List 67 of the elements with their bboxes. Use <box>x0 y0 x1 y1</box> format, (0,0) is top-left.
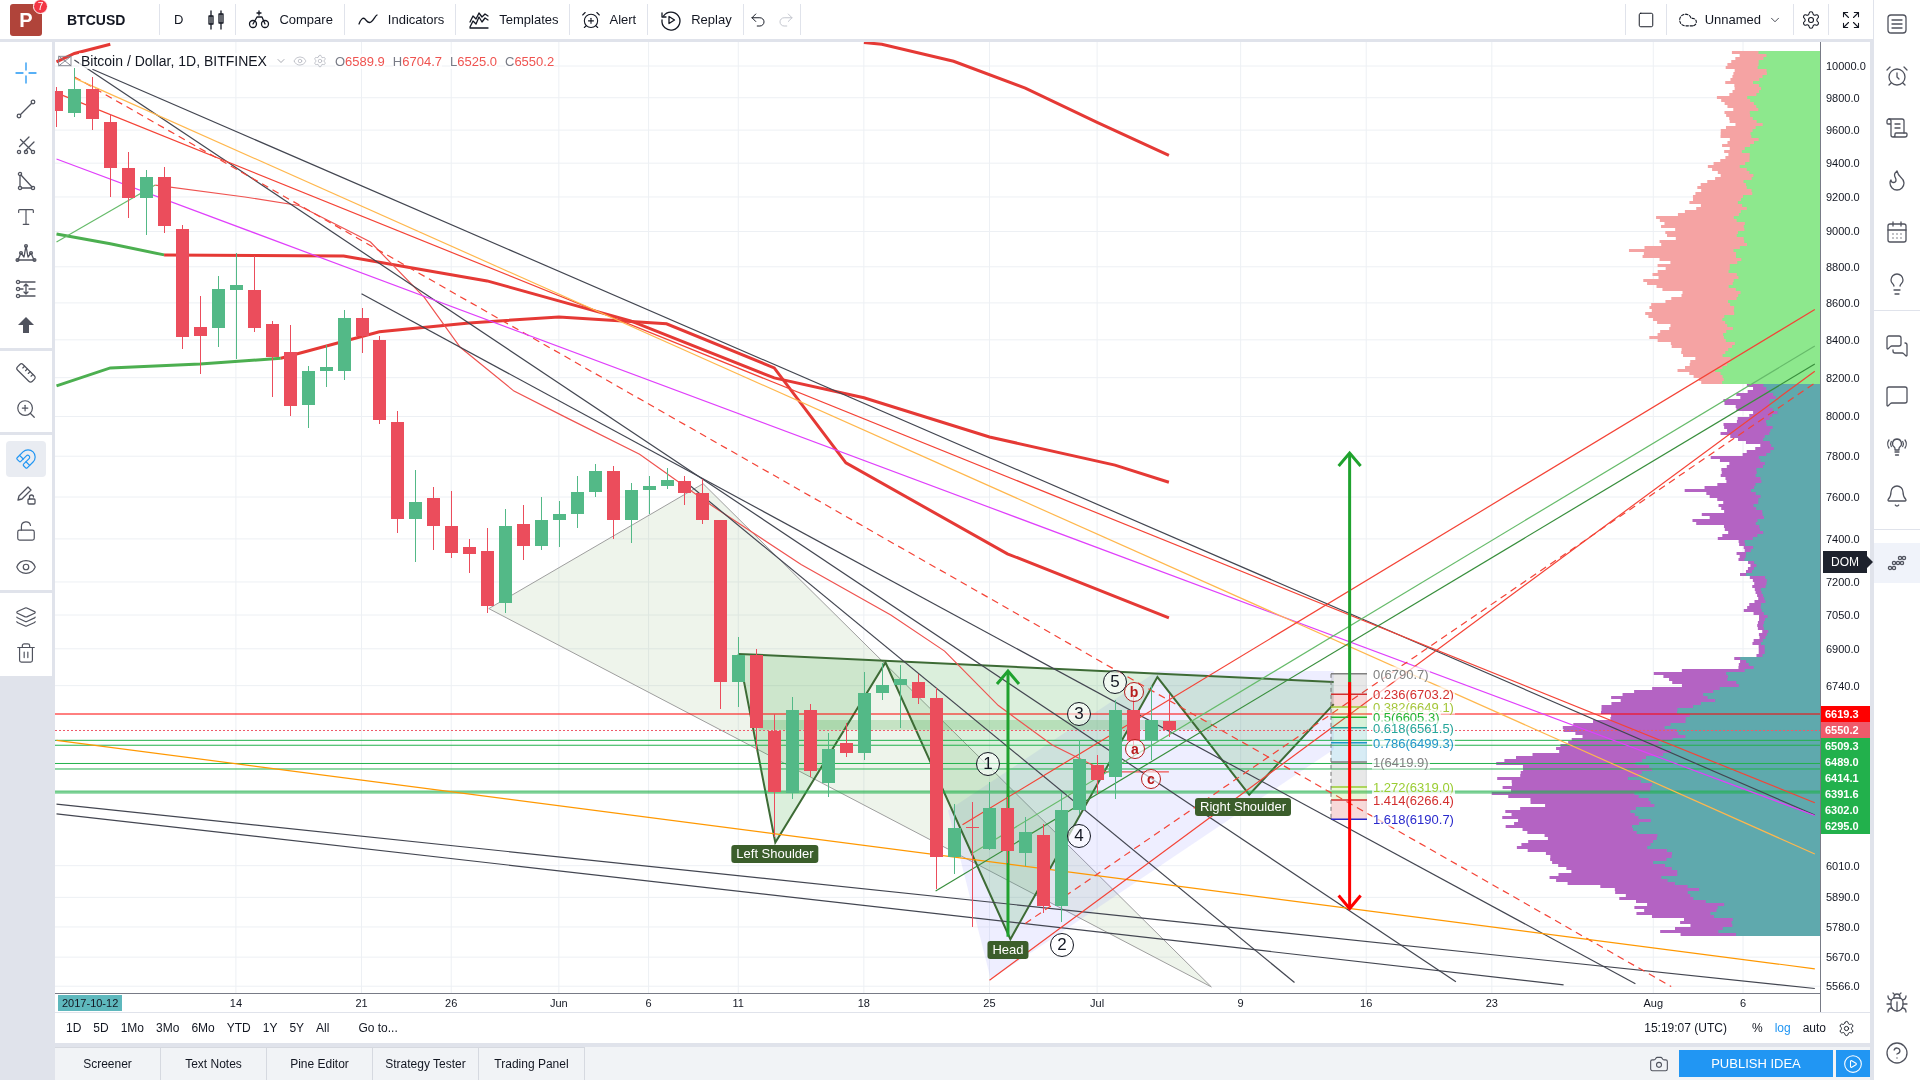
price-tag: 6302.0 <box>1821 802 1870 819</box>
price-tick-label: 7200.0 <box>1826 574 1860 589</box>
time-tick-label: Jul <box>1090 997 1105 1010</box>
time-tick-label: 11 <box>732 997 744 1010</box>
time-tick-label: 6 <box>1739 997 1747 1010</box>
price-tick-label: 5566.0 <box>1826 979 1860 993</box>
tooltip: DOM <box>1823 551 1873 573</box>
time-tick-label: 9 <box>1237 997 1244 1010</box>
wave-label: 1 <box>976 752 1000 776</box>
price-tick-label: 5670.0 <box>1826 950 1860 965</box>
price-tick-label: 7600.0 <box>1826 490 1860 504</box>
price-tag: 6414.1 <box>1821 770 1870 787</box>
price-tick-label: 6010.0 <box>1826 858 1860 873</box>
price-tag: 6295.0 <box>1821 818 1870 835</box>
time-tick-label: 18 <box>857 997 870 1010</box>
price-tick-label: 7400.0 <box>1826 531 1860 546</box>
date-cursor-label: 2017-10-12 <box>58 995 123 1011</box>
time-tick-label: 25 <box>983 997 996 1010</box>
price-tick-label: 8400.0 <box>1826 332 1860 347</box>
price-tick-label: 7050.0 <box>1826 608 1860 622</box>
time-tick-label: 14 <box>229 997 243 1010</box>
clock-text: 15:19:07 (UTC) <box>1643 1021 1728 1035</box>
pattern-label: Right Shoulder <box>1195 798 1291 816</box>
price-tick-label: 7800.0 <box>1826 449 1860 464</box>
price-tick-label: 8600.0 <box>1826 295 1860 310</box>
price-tag: 6489.0 <box>1821 754 1870 771</box>
pattern-label: Left Shoulder <box>731 845 819 863</box>
fib-level-label: 1.414(6266.4) <box>1372 792 1455 808</box>
time-tick-label: 16 <box>1360 997 1373 1010</box>
price-tick-label: 9800.0 <box>1826 90 1860 105</box>
wave-label: 4 <box>1067 824 1091 848</box>
price-tick-label: 9600.0 <box>1826 123 1860 138</box>
price-tick-label: 10000.0 <box>1826 59 1866 73</box>
time-tick-label: 23 <box>1485 997 1498 1010</box>
time-tick-label: 26 <box>445 997 458 1010</box>
price-tick-label: 8800.0 <box>1826 259 1860 274</box>
fib-level-label: 0.786(6499.3) <box>1372 735 1455 751</box>
price-tick-label: 9000.0 <box>1826 224 1860 239</box>
price-tick-label: 6900.0 <box>1826 641 1860 656</box>
time-tick-label: 6 <box>645 997 652 1010</box>
wave-label: 5 <box>1103 670 1127 694</box>
price-tag: 6619.3 <box>1821 706 1870 722</box>
price-tick-label: 8000.0 <box>1826 409 1860 424</box>
price-tick-label: 9200.0 <box>1826 189 1860 204</box>
ohlc-value: O6589.9 <box>334 53 385 69</box>
price-tick-label: 5780.0 <box>1826 919 1860 934</box>
wave-label: 3 <box>1067 702 1091 726</box>
pattern-label: Head <box>987 941 1029 959</box>
time-tick-label: Jun <box>549 997 568 1010</box>
price-tick-label: 8200.0 <box>1826 370 1860 385</box>
ohlc-value: L6525.0 <box>450 53 497 69</box>
fib-level-label: 0(6790.7) <box>1372 666 1430 682</box>
notification-badge: 7 <box>33 0 48 14</box>
correction-label: b <box>1124 682 1144 702</box>
correction-label: a <box>1125 739 1145 759</box>
time-tick-label: 21 <box>355 997 368 1010</box>
price-tick-label: 9400.0 <box>1826 156 1860 171</box>
wave-label: 2 <box>1050 933 1074 957</box>
avatar-initial: P <box>19 8 33 32</box>
price-tag: 6550.2 <box>1821 722 1870 739</box>
legend-title: Bitcoin / Dollar, 1D, BITFINEX <box>79 53 269 69</box>
price-tag: 6509.3 <box>1821 738 1870 755</box>
price-tick-label: 6740.0 <box>1826 678 1860 693</box>
price-tick-label: 5890.0 <box>1826 890 1860 905</box>
correction-label: c <box>1141 769 1161 789</box>
time-tick-label: Aug <box>1643 997 1664 1010</box>
price-tag: 6391.6 <box>1821 786 1870 803</box>
